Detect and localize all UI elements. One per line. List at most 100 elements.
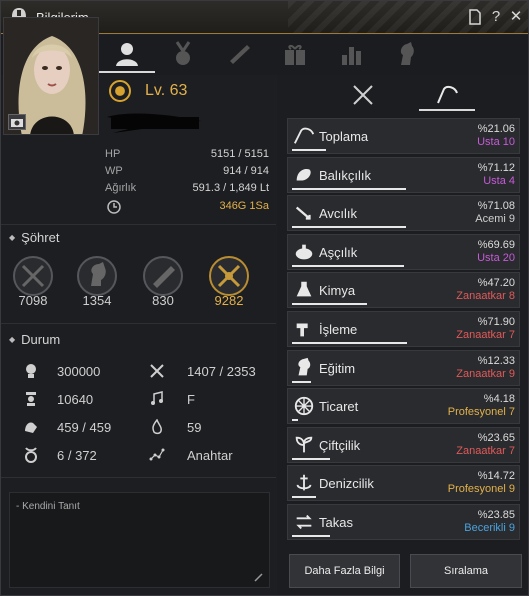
- skill-tabs: [277, 75, 528, 111]
- alchemy-icon: [296, 282, 312, 297]
- skill-row[interactable]: İşleme %71.90 Zanaatkar 7: [287, 311, 520, 347]
- skill-row[interactable]: Avcılık %71.08 Acemi 9: [287, 195, 520, 232]
- skill-rank: Profesyonel 7: [447, 406, 515, 419]
- skill-rank: Usta 4: [483, 174, 515, 187]
- skill-percent: %71.12: [477, 161, 515, 174]
- contribution-fame-value: 830: [152, 293, 174, 308]
- skill-progress-bar: [292, 419, 299, 422]
- close-button[interactable]: ✕: [507, 8, 525, 26]
- skill-percent: %12.33: [477, 354, 515, 367]
- energy-value: 300000: [57, 364, 101, 379]
- fame-title: Şöhret: [9, 230, 59, 245]
- skill-progress-bar: [292, 187, 406, 190]
- hp-row: HP 5151 / 5151: [105, 148, 269, 164]
- edit-icon[interactable]: [254, 572, 264, 582]
- life-fame-value: 1354: [82, 293, 112, 308]
- skill-row[interactable]: Takas %23.85 Becerikli 9: [287, 504, 520, 540]
- skill-rank: Becerikli 9: [464, 522, 515, 534]
- contribution-value: 10640: [57, 392, 94, 407]
- contribution-icon: [26, 392, 36, 406]
- sickle-icon: [437, 85, 458, 104]
- gift-icon: [285, 44, 305, 65]
- character-portrait: [3, 17, 99, 135]
- constellation-value: Anahtar: [187, 448, 233, 463]
- stamina-icon: [25, 422, 37, 433]
- hp-label: HP: [105, 148, 121, 160]
- skill-name: Toplama: [319, 129, 369, 144]
- constellation-icon: [149, 448, 165, 461]
- document-icon[interactable]: [466, 8, 484, 26]
- skill-progress-bar: [292, 342, 408, 344]
- skill-rank: Acemi 9: [475, 213, 515, 226]
- help-button[interactable]: ?: [487, 8, 505, 26]
- skill-row[interactable]: Denizcilik %14.72 Profesyonel 9: [287, 465, 520, 502]
- skill-row[interactable]: Balıkçılık %71.12 Usta 4: [287, 156, 520, 193]
- inventory-icon: [25, 447, 37, 463]
- skill-name: Kimya: [319, 283, 356, 299]
- skill-name: Aşçılık: [319, 244, 358, 260]
- character-level: Lv. 63: [145, 82, 188, 99]
- tab-life-skills[interactable]: [419, 79, 475, 111]
- skill-progress-bar: [292, 226, 406, 229]
- fire-value: 59: [187, 420, 202, 435]
- combat-fame-value: 7098: [18, 293, 48, 308]
- self-introduction-placeholder: - Kendini Tanıt: [16, 501, 80, 512]
- stamina-value: 459 / 459: [57, 420, 112, 435]
- playtime-row: 346G 1Sa: [105, 200, 269, 216]
- barter-icon: [296, 514, 312, 530]
- more-info-button[interactable]: Daha Fazla Bilgi: [289, 554, 400, 588]
- skill-row[interactable]: Ticaret %4.18 Profesyonel 7: [287, 388, 520, 425]
- tab-profile[interactable]: [99, 39, 155, 73]
- skill-name: Avcılık: [319, 206, 358, 222]
- tab-mounts[interactable]: [379, 39, 435, 73]
- skill-progress-bar: [292, 264, 404, 267]
- sailing-icon: [296, 475, 312, 491]
- clock-icon: [107, 200, 121, 214]
- farming-icon: [295, 436, 313, 453]
- camera-icon[interactable]: [8, 114, 26, 130]
- skill-rank: Usta 20: [477, 251, 515, 264]
- skill-row[interactable]: Çiftçilik %23.65 Zanaatkar 7: [287, 426, 520, 463]
- profile-icon: [116, 43, 138, 66]
- hp-value: 5151 / 5151: [210, 148, 269, 160]
- skill-progress-bar: [292, 457, 331, 460]
- self-introduction-box[interactable]: - Kendini Tanıt: [9, 492, 270, 588]
- weight-value: 591.3 / 1,849 Lt: [192, 182, 269, 194]
- skill-name: Takas: [319, 515, 353, 530]
- horse-icon: [400, 42, 414, 65]
- skill-rank: Zanaatkar 8: [456, 290, 515, 303]
- skill-percent: %21.06: [477, 123, 515, 135]
- music-icon: [151, 391, 163, 405]
- ranking-button[interactable]: Sıralama: [410, 554, 522, 588]
- tab-rewards[interactable]: [267, 39, 323, 73]
- skill-percent: %14.72: [477, 470, 515, 483]
- wp-label: WP: [105, 165, 123, 177]
- tab-combat-skills[interactable]: [335, 79, 391, 111]
- fishing-icon: [296, 168, 311, 181]
- fire-icon: [152, 419, 162, 435]
- skill-percent: %71.08: [477, 200, 515, 213]
- contribution-fame-icon: [143, 256, 183, 296]
- skill-percent: %71.90: [477, 316, 515, 328]
- skill-row[interactable]: Aşçılık %69.69 Usta 20: [287, 233, 520, 270]
- tab-medals[interactable]: [155, 39, 211, 73]
- skill-percent: %47.20: [477, 277, 515, 290]
- status-title: Durum: [9, 332, 60, 347]
- playtime-value: 346G 1Sa: [219, 200, 269, 212]
- skill-row[interactable]: Eğitim %12.33 Zanaatkar 9: [287, 349, 520, 386]
- skill-name: Balıkçılık: [319, 167, 372, 183]
- skill-name: İşleme: [319, 322, 358, 337]
- cooking-icon: [295, 244, 313, 260]
- tab-quests[interactable]: [211, 39, 267, 73]
- skill-progress-bar: [292, 380, 312, 383]
- skill-row[interactable]: Kimya %47.20 Zanaatkar 8: [287, 272, 520, 309]
- total-fame-icon: [209, 256, 249, 296]
- skill-rank: Usta 10: [477, 136, 515, 148]
- divider: [1, 323, 276, 324]
- tab-statistics[interactable]: [323, 39, 379, 73]
- skill-row[interactable]: Toplama %21.06 Usta 10: [287, 118, 520, 154]
- skill-rank: Zanaatkar 7: [456, 444, 515, 457]
- skill-rank: Profesyonel 9: [447, 483, 515, 496]
- skill-percent: %23.65: [477, 431, 515, 444]
- skill-name: Çiftçilik: [319, 437, 361, 453]
